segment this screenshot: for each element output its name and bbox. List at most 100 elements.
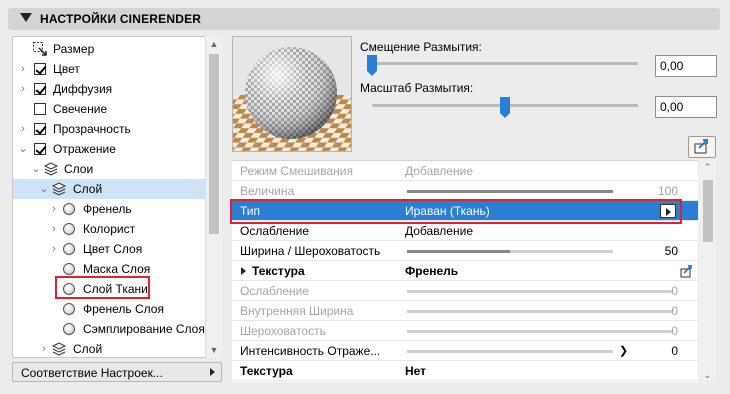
- shader-sphere-icon: [63, 243, 75, 255]
- prop-key: Текстура: [240, 364, 293, 378]
- chevron-right-icon[interactable]: ›: [49, 239, 59, 259]
- prop-slider[interactable]: [407, 250, 613, 253]
- prop-row-amount[interactable]: Величина 100: [232, 181, 698, 201]
- scroll-thumb[interactable]: [209, 54, 219, 234]
- prop-key: Текстура: [252, 264, 305, 278]
- prop-row-roughness[interactable]: Шероховатость 0: [232, 321, 698, 341]
- checkbox[interactable]: [34, 123, 46, 135]
- cinerender-settings-header[interactable]: НАСТРОЙКИ CINERENDER: [8, 8, 720, 30]
- triangle-right-icon: [210, 368, 215, 376]
- prop-number: 0: [671, 324, 678, 338]
- prop-key: Ослабление: [240, 284, 310, 298]
- prop-row-inner-width[interactable]: Внутренняя Ширина 0: [232, 301, 698, 321]
- shader-sphere-icon: [63, 303, 75, 315]
- tree-item-layers[interactable]: ⌄ Слои: [13, 159, 205, 179]
- prop-value: Добавление: [405, 224, 473, 238]
- material-preview: [232, 36, 352, 152]
- type-row-highlight: [230, 199, 682, 224]
- tree-item-layer-fresnel[interactable]: Френель Слоя: [13, 299, 205, 319]
- scroll-up-icon[interactable]: ⌃: [699, 160, 716, 174]
- prop-key: Интенсивность Отраже...: [240, 344, 381, 358]
- chevron-right-icon[interactable]: ›: [39, 339, 49, 357]
- tree-item-label: Колорист: [83, 222, 136, 236]
- size-icon: [33, 42, 47, 56]
- tree-item-diffusion[interactable]: › Диффузия: [13, 79, 205, 99]
- blur-offset-label: Смещение Размытия:: [360, 40, 482, 54]
- scroll-thumb[interactable]: [703, 180, 713, 242]
- chevron-down-icon[interactable]: ⌄: [18, 139, 28, 159]
- blur-offset-track[interactable]: [372, 62, 638, 65]
- prop-row-width-roughness[interactable]: Ширина / Шероховатость 50: [232, 241, 698, 261]
- tree-item-layer-selected[interactable]: ⌄ Слой: [13, 179, 205, 199]
- properties-scrollbar[interactable]: ⌃ ⌄: [699, 160, 716, 382]
- tree-item-label: Слой: [73, 342, 103, 356]
- chevron-right-icon[interactable]: ›: [18, 79, 28, 99]
- tree-item-label: Френель: [83, 202, 132, 216]
- chevron-right-icon[interactable]: ›: [18, 59, 28, 79]
- prop-value: Добавление: [405, 164, 473, 178]
- tree-item-label: Цвет Слоя: [83, 242, 143, 256]
- blur-offset-thumb[interactable]: [367, 55, 377, 76]
- chevron-right-icon[interactable]: ›: [49, 199, 59, 219]
- prop-key: Ширина / Шероховатость: [240, 244, 381, 258]
- prop-slider[interactable]: [407, 190, 613, 193]
- checkbox[interactable]: [34, 103, 46, 115]
- blur-scale-input[interactable]: 0,00: [655, 96, 717, 118]
- chevron-right-icon: ❯: [619, 345, 629, 357]
- layer-icon: [51, 182, 67, 196]
- tree-item-size[interactable]: Размер: [13, 39, 205, 59]
- prop-key: Шероховатость: [240, 324, 326, 338]
- tree-item-color[interactable]: › Цвет: [13, 59, 205, 79]
- tree-item-label: Цвет: [53, 62, 80, 76]
- blur-offset-input[interactable]: 0,00: [655, 55, 717, 77]
- tree-item-label: Прозрачность: [53, 122, 131, 136]
- chevron-down-icon[interactable]: ⌄: [31, 159, 41, 179]
- prop-row-falloff-2[interactable]: Ослабление 0: [232, 281, 698, 301]
- tree-item-layer-color[interactable]: › Цвет Слоя: [13, 239, 205, 259]
- prop-slider[interactable]: [407, 310, 673, 313]
- match-settings-dropdown[interactable]: Соответствие Настроек...: [12, 362, 222, 382]
- layer-icon: [51, 342, 67, 356]
- scroll-up-icon[interactable]: ▲: [206, 36, 222, 52]
- prop-number: 0: [671, 304, 678, 318]
- chevron-down-icon[interactable]: ⌄: [39, 179, 49, 199]
- checkbox[interactable]: [34, 143, 46, 155]
- prop-number: 100: [657, 184, 678, 198]
- checkbox[interactable]: [34, 83, 46, 95]
- blur-scale-thumb[interactable]: [500, 97, 510, 118]
- tree-scrollbar[interactable]: ▲ ▼: [205, 36, 222, 358]
- prop-number: 0: [671, 344, 678, 358]
- scroll-down-icon[interactable]: ▼: [206, 342, 222, 358]
- tree-item-layer-2[interactable]: › Слой: [13, 339, 205, 357]
- prop-row-blend-mode[interactable]: Режим Смешивания Добавление: [232, 161, 698, 181]
- prop-row-texture-2[interactable]: Текстура Нет: [232, 361, 698, 381]
- load-texture-icon[interactable]: [678, 264, 694, 278]
- checkbox[interactable]: [34, 63, 46, 75]
- prop-row-texture[interactable]: Текстура Френель: [232, 261, 698, 281]
- tree-item-glow[interactable]: Свечение: [13, 99, 205, 119]
- tree-item-layer-sampling[interactable]: Сэмплирование Слоя: [13, 319, 205, 339]
- prop-value: Нет: [405, 364, 427, 378]
- prop-key: Ослабление: [240, 224, 310, 238]
- prop-value: Френель: [405, 264, 459, 278]
- tree-item-transparency[interactable]: › Прозрачность: [13, 119, 205, 139]
- tree-item-fresnel[interactable]: › Френель: [13, 199, 205, 219]
- prop-slider[interactable]: [407, 290, 673, 293]
- expand-triangle-icon[interactable]: [241, 267, 246, 275]
- scroll-down-icon[interactable]: ⌄: [699, 368, 716, 382]
- collapse-triangle-icon[interactable]: [20, 13, 32, 22]
- prop-slider[interactable]: [407, 350, 613, 353]
- tree-item-label: Сэмплирование Слоя: [83, 322, 205, 336]
- tree-item-reflection[interactable]: ⌄ Отражение: [13, 139, 205, 159]
- tree-item-label: Отражение: [53, 142, 116, 156]
- prop-row-falloff[interactable]: Ослабление Добавление: [232, 221, 698, 241]
- prop-number: 50: [664, 244, 678, 258]
- prop-slider[interactable]: [407, 330, 673, 333]
- chevron-right-icon[interactable]: ›: [49, 219, 59, 239]
- load-preset-button[interactable]: [688, 136, 716, 158]
- tree-item-label: Размер: [53, 42, 95, 56]
- channel-tree: Размер › Цвет › Диффузия Свечение › Проз…: [12, 36, 222, 358]
- tree-item-colorizer[interactable]: › Колорист: [13, 219, 205, 239]
- chevron-right-icon[interactable]: ›: [18, 119, 28, 139]
- prop-row-reflection-intensity[interactable]: Интенсивность Отраже... ❯ 0: [232, 341, 698, 361]
